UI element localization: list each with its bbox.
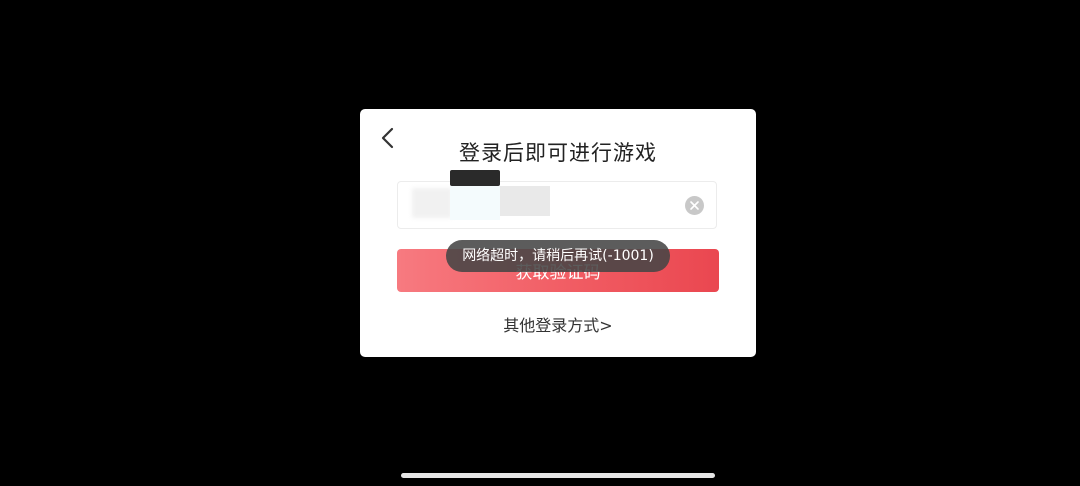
phone-field[interactable] [397, 170, 717, 230]
screen-root: 登录后即可进行游戏 获取验证码 其他登录方式> 网络超时，请稍后再试(-1001… [0, 0, 1080, 486]
other-login-link[interactable]: 其他登录方式> [360, 312, 756, 336]
clear-circle-icon [690, 201, 699, 210]
home-indicator[interactable] [401, 473, 715, 478]
clear-input-button[interactable] [685, 196, 704, 215]
redacted-block [500, 186, 550, 216]
redacted-block [412, 188, 452, 218]
error-toast: 网络超时，请稍后再试(-1001) [446, 240, 670, 272]
login-dialog: 登录后即可进行游戏 获取验证码 其他登录方式> [360, 109, 756, 357]
redacted-block [450, 186, 500, 220]
redacted-block [450, 170, 500, 186]
dialog-title: 登录后即可进行游戏 [459, 141, 657, 165]
